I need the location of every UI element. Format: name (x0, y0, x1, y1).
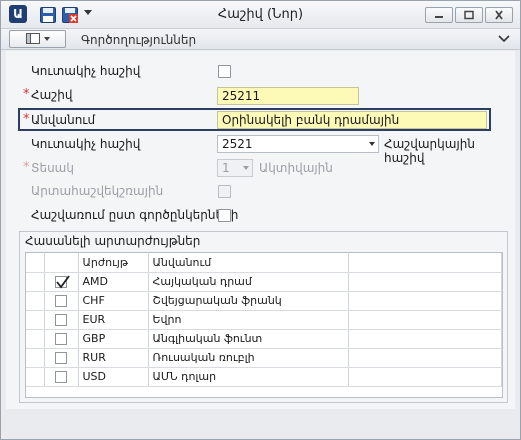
account-label: Հաշիվ (31, 88, 73, 102)
row-indicator-cell (26, 291, 45, 311)
currency-code-cell: USD (78, 367, 149, 387)
maximize-button[interactable] (455, 7, 483, 23)
currency-checkbox[interactable] (55, 314, 67, 326)
by-partners-label: Հաշվառում ըստ գործընկերների (31, 208, 239, 222)
type-value: 1 (222, 161, 230, 175)
name-label: Անվանում (31, 113, 96, 127)
row-indicator-cell (26, 272, 45, 292)
currencies-table: Արժույթ Անվանում AMD Հայկական դրամ CHF Շվեյ… (26, 253, 502, 387)
row-indicator-header (26, 253, 45, 273)
row-select-cell (44, 329, 79, 349)
required-marker: * (23, 87, 30, 102)
type-spinner: 1 (217, 159, 253, 177)
table-header-row: Արժույթ Անվանում (26, 253, 502, 273)
filler-cell (348, 329, 502, 349)
row-select-cell (44, 348, 79, 368)
currency-checkbox[interactable] (55, 295, 67, 307)
layout-menu-button[interactable] (9, 30, 66, 48)
row-indicator-cell (26, 348, 45, 368)
title-bar: Ա Հաշիվ (Նոր) (1, 1, 520, 29)
layout-panel-icon (26, 33, 50, 44)
select-column-header[interactable] (44, 253, 79, 273)
name-input[interactable]: Օրինակելի բանկ դրամային (217, 111, 487, 129)
currency-checkbox[interactable] (55, 371, 67, 383)
minimize-button[interactable] (425, 7, 453, 23)
currency-name-cell: Շվեյցարական ֆրանկ (148, 291, 349, 311)
currency-code-cell: GBP (78, 329, 149, 349)
table-row[interactable]: CHF Շվեյցարական ֆրանկ (26, 291, 502, 311)
table-row[interactable]: EUR Եվրո (26, 310, 502, 330)
table-row[interactable]: AMD Հայկական դրամ (26, 272, 502, 292)
required-marker: * (23, 112, 30, 127)
accumulating-account-label: Կուտակիչ հաշիվ (31, 137, 141, 151)
by-partners-checkbox[interactable] (218, 209, 231, 222)
filler-cell (348, 367, 502, 387)
filler-cell (348, 291, 502, 311)
currency-name-cell: Եվրո (148, 310, 349, 330)
row-indicator-cell (26, 367, 45, 387)
accumulating-flag-checkbox[interactable] (218, 65, 231, 78)
currencies-group: Հասանելի արտարժույթներ Արժույթ Անվանում … (19, 231, 508, 403)
currency-checkbox[interactable] (55, 352, 67, 364)
accumulating-account-value: 2521 (222, 137, 253, 151)
filler-cell (348, 272, 502, 292)
currency-code-header[interactable]: Արժույթ (78, 253, 149, 273)
minimize-icon (435, 16, 443, 18)
required-marker: * (23, 160, 30, 175)
dialog-window: Ա Հաշիվ (Նոր) Գործողություններ Կուտակիչ … (0, 0, 521, 440)
row-indicator-cell (26, 329, 45, 349)
currency-checkbox[interactable] (55, 333, 67, 345)
close-button[interactable] (485, 7, 513, 23)
filler-cell (348, 348, 502, 368)
currency-name-cell: ԱՄՆ դոլար (148, 367, 349, 387)
accumulating-account-combo[interactable]: 2521 (217, 135, 379, 153)
currency-code-cell: EUR (78, 310, 149, 330)
form-panel: Կուտակիչ հաշիվ * Հաշիվ 25211 * Անվանում … (6, 51, 515, 409)
currency-name-header[interactable]: Անվանում (148, 253, 349, 273)
filler-cell (348, 310, 502, 330)
currencies-grid: Արժույթ Անվանում AMD Հայկական դրամ CHF Շվեյ… (25, 252, 503, 398)
checkmark-icon (56, 275, 70, 289)
offbalance-checkbox (218, 185, 231, 198)
row-indicator-cell (26, 310, 45, 330)
filler-header (348, 253, 502, 273)
close-icon (495, 10, 503, 20)
currency-code-cell: CHF (78, 291, 149, 311)
action-toolbar: Գործողություններ (1, 29, 520, 50)
row-select-cell (44, 367, 79, 387)
chevron-down-icon[interactable] (369, 142, 375, 146)
offbalance-label: Արտահաշվեկշռային (31, 184, 164, 198)
accumulating-flag-label: Կուտակիչ հաշիվ (31, 64, 141, 78)
account-input[interactable]: 25211 (217, 87, 359, 105)
type-label: Տեսակ (31, 161, 74, 175)
accumulating-account-desc: Հաշվարկային հաշիվ (384, 137, 475, 165)
currencies-group-title: Հասանելի արտարժույթներ (25, 234, 201, 248)
currency-checkbox[interactable] (55, 275, 70, 289)
currency-code-cell: AMD (78, 272, 149, 292)
row-select-cell (44, 291, 79, 311)
actions-label[interactable]: Գործողություններ (81, 33, 196, 47)
type-desc: Ակտիվային (259, 161, 333, 175)
chevron-collapse-icon[interactable] (498, 33, 510, 47)
currency-name-cell: Հայկական դրամ (148, 272, 349, 292)
table-row[interactable]: USD ԱՄՆ դոլար (26, 367, 502, 387)
table-row[interactable]: RUR Ռուսական ռուբլի (26, 348, 502, 368)
row-select-cell (44, 272, 79, 292)
chevron-down-icon (243, 166, 249, 170)
currency-name-cell: Ռուսական ռուբլի (148, 348, 349, 368)
maximize-icon (464, 10, 474, 20)
row-select-cell (44, 310, 79, 330)
table-row[interactable]: GBP Անգլիական ֆունտ (26, 329, 502, 349)
currency-name-cell: Անգլիական ֆունտ (148, 329, 349, 349)
currency-code-cell: RUR (78, 348, 149, 368)
